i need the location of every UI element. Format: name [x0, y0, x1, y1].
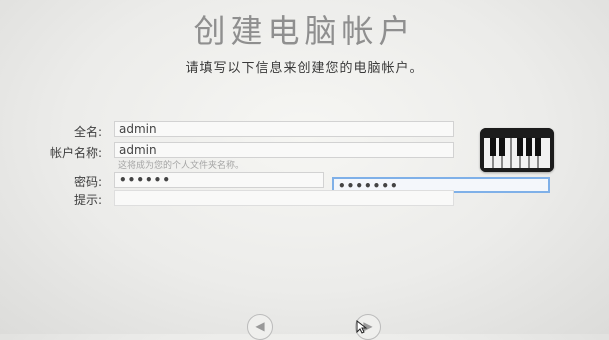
back-arrow-icon: ◀ — [255, 319, 265, 333]
user-avatar[interactable] — [480, 128, 554, 172]
fullname-field[interactable]: admin — [114, 121, 454, 137]
account-name-hint: 这将成为您的个人文件夹名称。 — [118, 161, 245, 171]
password-label: 密码: — [73, 175, 102, 189]
password-hint-label: 提示: — [73, 193, 102, 207]
mouse-cursor-icon — [356, 320, 368, 334]
page-title: 创建电脑帐户 — [193, 12, 416, 50]
fullname-label: 全名: — [73, 125, 102, 139]
account-name-label: 帐户名称: — [49, 146, 102, 160]
back-button[interactable]: ◀ — [247, 314, 273, 340]
password-field[interactable]: •••••• — [114, 172, 324, 188]
password-hint-field[interactable] — [114, 190, 454, 206]
piano-keys-icon — [480, 128, 554, 172]
page-subtitle: 请填写以下信息来创建您的电脑帐户。 — [185, 61, 424, 76]
account-name-field[interactable]: admin — [114, 142, 454, 158]
